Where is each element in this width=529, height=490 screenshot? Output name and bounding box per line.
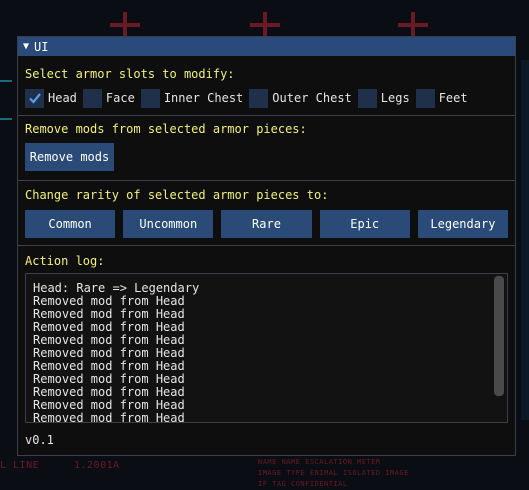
checkbox-box[interactable] bbox=[357, 88, 377, 108]
background-text: L LINE bbox=[0, 460, 40, 471]
remove-mods-label: Remove mods from selected armor pieces: bbox=[25, 122, 307, 136]
window-title: UI bbox=[34, 39, 49, 54]
checkbox-head[interactable]: Head bbox=[25, 88, 77, 108]
checkbox-label: Head bbox=[48, 91, 77, 105]
log-line: Removed mod from Head bbox=[33, 411, 185, 423]
action-log[interactable]: Head: Rare => Legendary Removed mod from… bbox=[25, 273, 508, 423]
background-hud-edge bbox=[521, 60, 529, 420]
checkbox-feet[interactable]: Feet bbox=[415, 88, 468, 108]
armor-slots-label: Select armor slots to modify: bbox=[25, 67, 235, 81]
rarity-uncommon-button[interactable]: Uncommon bbox=[123, 210, 214, 238]
background-cross-icon bbox=[250, 12, 280, 38]
checkbox-legs[interactable]: Legs bbox=[357, 88, 410, 108]
remove-mods-button[interactable]: Remove mods bbox=[25, 143, 114, 171]
armor-slot-checkboxes: Head Face Inner Chest Outer Chest Legs F… bbox=[25, 87, 508, 109]
checkmark-icon bbox=[28, 93, 41, 104]
checkbox-box[interactable] bbox=[249, 88, 269, 108]
background-text: IF TAG CONFIDENTIAL bbox=[258, 480, 348, 488]
background-text: NAME NAME ESCALATION METER bbox=[258, 458, 381, 466]
background-text: 1.2001A bbox=[74, 460, 120, 471]
version-label: v0.1 bbox=[25, 433, 54, 447]
action-log-label: Action log: bbox=[25, 254, 105, 268]
window-titlebar[interactable]: ▼ UI bbox=[18, 37, 515, 56]
checkbox-label: Face bbox=[105, 91, 135, 105]
rarity-common-button[interactable]: Common bbox=[25, 210, 116, 238]
log-scrollbar[interactable] bbox=[494, 276, 504, 398]
rarity-epic-button[interactable]: Epic bbox=[319, 210, 410, 238]
ui-window: ▼ UI Select armor slots to modify: Head … bbox=[17, 36, 516, 456]
rarity-rare-button[interactable]: Rare bbox=[221, 210, 312, 238]
checkbox-box[interactable] bbox=[82, 88, 102, 108]
collapse-arrow-icon[interactable]: ▼ bbox=[23, 41, 29, 52]
background-cross-icon bbox=[110, 12, 140, 38]
checkbox-outer-chest[interactable]: Outer Chest bbox=[249, 88, 352, 108]
checkbox-inner-chest[interactable]: Inner Chest bbox=[140, 88, 244, 108]
checkbox-label: Inner Chest bbox=[163, 91, 244, 105]
background-cross-icon bbox=[398, 12, 428, 38]
rarity-label: Change rarity of selected armor pieces t… bbox=[25, 188, 329, 202]
checkbox-box[interactable] bbox=[415, 88, 435, 108]
checkbox-label: Legs bbox=[380, 91, 410, 105]
checkbox-box[interactable] bbox=[140, 88, 160, 108]
checkbox-label: Feet bbox=[438, 91, 468, 105]
background-hud-edge bbox=[0, 80, 12, 120]
background-text: IMAGE TYPE ENIMAL ISOLATED IMAGE bbox=[258, 469, 409, 477]
checkbox-box[interactable] bbox=[25, 88, 44, 108]
log-scrollbar-thumb[interactable] bbox=[494, 276, 504, 396]
checkbox-face[interactable]: Face bbox=[82, 88, 135, 108]
rarity-buttons: Common Uncommon Rare Epic Legendary bbox=[25, 210, 509, 238]
checkbox-label: Outer Chest bbox=[272, 91, 352, 105]
rarity-legendary-button[interactable]: Legendary bbox=[417, 210, 509, 238]
